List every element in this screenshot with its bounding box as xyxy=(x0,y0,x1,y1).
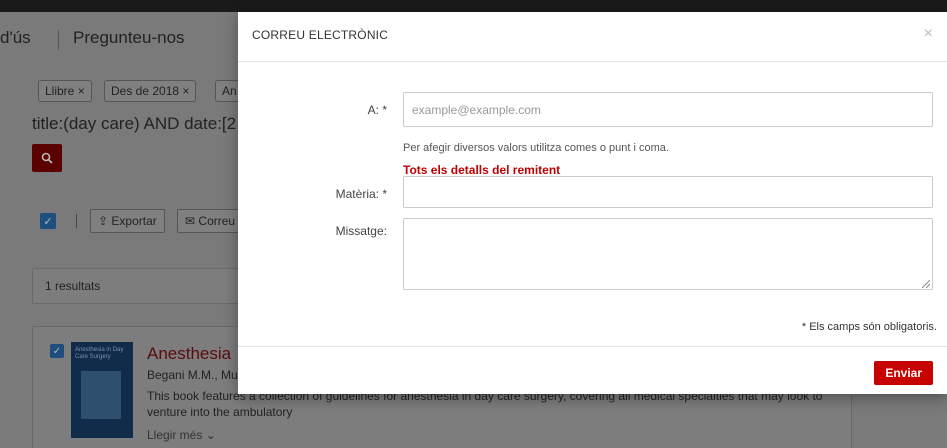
sender-details-link[interactable]: Tots els detalls del remitent xyxy=(403,163,560,177)
filter-chip-book[interactable]: Llibre × xyxy=(38,80,92,102)
export-icon: ⇪ xyxy=(98,214,109,228)
book-cover-image[interactable]: Anesthesia in Day Care Surgery xyxy=(71,342,133,438)
toolbar-divider xyxy=(76,214,77,228)
modal-footer: Enviar xyxy=(238,346,947,394)
chip-label: Llibre xyxy=(45,84,75,98)
email-label: Correu xyxy=(198,214,236,228)
envelope-icon: ✉ xyxy=(185,214,196,228)
top-bar xyxy=(0,0,947,12)
result-title-link[interactable]: Anesthesia xyxy=(147,344,231,364)
chip-label: Des de 2018 xyxy=(111,84,180,98)
filter-chip-date[interactable]: Des de 2018 × xyxy=(104,80,197,102)
to-email-input[interactable] xyxy=(403,92,933,127)
chip-close-icon[interactable]: × xyxy=(78,84,85,98)
message-label: Missatge: xyxy=(335,224,387,238)
nav-link-ask-us[interactable]: Pregunteu-nos xyxy=(73,28,185,48)
cover-illustration xyxy=(81,371,121,419)
select-all-checkbox[interactable]: ✓ xyxy=(40,213,56,229)
chevron-down-icon: ⌄ xyxy=(205,428,216,442)
close-icon[interactable]: × xyxy=(924,26,933,42)
to-label: A: * xyxy=(367,103,387,117)
required-fields-note: * Els camps són obligatoris. xyxy=(801,321,937,333)
nav-link-terms[interactable]: d'ús xyxy=(0,28,31,48)
email-button[interactable]: ✉ Correu xyxy=(177,209,244,233)
send-button[interactable]: Enviar xyxy=(874,361,933,385)
email-modal: CORREU ELECTRÒNIC × A: * Per afegir dive… xyxy=(238,12,947,394)
resize-grip-icon[interactable] xyxy=(922,280,930,288)
subject-input[interactable] xyxy=(403,176,933,208)
read-more-link[interactable]: Llegir més ⌄ xyxy=(147,428,216,442)
result-authors: Begani M.M., Mu xyxy=(147,368,238,382)
read-more-label: Llegir més xyxy=(147,428,203,442)
search-icon xyxy=(41,152,53,164)
message-textarea[interactable] xyxy=(403,218,933,290)
modal-title: CORREU ELECTRÒNIC xyxy=(252,28,389,42)
results-count: 1 resultats xyxy=(45,279,101,293)
result-checkbox[interactable]: ✓ xyxy=(50,344,64,358)
modal-header: CORREU ELECTRÒNIC × xyxy=(238,12,947,62)
export-button[interactable]: ⇪ Exportar xyxy=(90,209,165,233)
cover-title: Anesthesia in Day Care Surgery xyxy=(75,347,124,360)
search-button[interactable] xyxy=(32,144,62,172)
to-help-text: Per afegir diversos valors utilitza come… xyxy=(403,142,669,154)
subject-label: Matèria: * xyxy=(335,187,387,201)
chip-close-icon[interactable]: × xyxy=(182,84,189,98)
chip-label: An xyxy=(222,84,237,98)
nav-separator xyxy=(58,30,59,50)
search-query-input[interactable]: title:(day care) AND date:[2 xyxy=(32,114,252,142)
export-label: Exportar xyxy=(111,214,157,228)
